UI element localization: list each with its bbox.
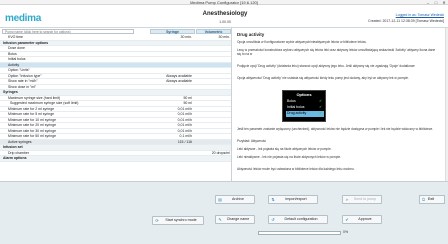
help-paragraph: Jeśli ten parametr zostanie wyłączony (u… <box>237 127 434 131</box>
page-title: Anesthesiology <box>202 11 248 17</box>
version-label: 1.00.00 <box>219 20 231 24</box>
column-header-syringe: Syringe <box>150 29 195 34</box>
option-label: Alarm options <box>3 156 27 160</box>
send-icon: ➤ <box>345 196 349 202</box>
options-screen-image: Options Bolus ✔ Initial bolus ✔ Drug activ… <box>282 90 326 122</box>
start-synchro-button[interactable]: ⟳ Start synchro mode <box>152 216 204 225</box>
help-paragraph: Przykład: Aktywność <box>237 139 267 143</box>
archive-icon: ▤ <box>218 196 222 202</box>
search-input[interactable] <box>2 29 134 34</box>
created-date: Created: 2017-12-11 12:38:39 [Tomasz Wed… <box>368 19 444 23</box>
column-header-volumetric: Volumetric <box>196 29 231 34</box>
reset-icon: ↺ <box>271 216 275 222</box>
options-screen-item: Initial bolus ✔ <box>287 105 322 109</box>
help-paragraph: Leki nieaktywne - lek nie pojawia się na… <box>237 155 341 159</box>
options-table: KVO time 30 min. 30 min. Infusion parameter… <box>0 35 231 162</box>
logo: medima <box>5 13 41 24</box>
options-screen-item: Bolus ✔ <box>287 99 322 103</box>
exit-button[interactable]: ⏻ Exit <box>419 195 445 204</box>
check-icon: ✔ <box>319 111 322 115</box>
progress-bar <box>258 231 341 235</box>
progress-label: 0% <box>343 230 349 234</box>
send-to-pump-button[interactable]: ➤ Send to pump <box>342 195 382 204</box>
help-heading: Drug activity <box>237 32 265 37</box>
edit-icon: ✎ <box>218 216 222 222</box>
help-paragraph: Leki aktywne - lek pojawia się na liście… <box>237 147 332 151</box>
options-panel: Syringe Volumetric KVO time30 min.30 min… <box>0 28 232 181</box>
archive-button[interactable]: ▤ Archive <box>215 195 255 204</box>
approve-button[interactable]: ✔ Approve <box>342 215 382 224</box>
import-export-button[interactable]: ⇅ Import/export <box>268 195 318 204</box>
user-link[interactable]: Logged in as: Tomasz Wedecki <box>396 13 444 17</box>
help-paragraph: Opcja umożliwia w Konfiguratorze wybór a… <box>237 40 367 44</box>
exit-icon: ⏻ <box>422 196 426 202</box>
import-export-icon: ⇅ <box>271 196 275 202</box>
footer-toolbar: ⟳ Start synchro mode ▤ Archive ⇅ Import/exp… <box>0 181 448 244</box>
app-header: medima Anesthesiology 1.00.00 Logged in … <box>0 5 448 28</box>
sync-icon: ⟳ <box>155 217 159 223</box>
change-name-button[interactable]: ✎ Change name <box>215 215 255 224</box>
options-screen-title: Options <box>296 92 312 97</box>
approve-icon: ✔ <box>345 216 349 222</box>
check-icon: ✔ <box>319 105 322 109</box>
options-screen-item: Drug activity ✔ <box>286 111 324 117</box>
help-paragraph: Lecę w przeszłości konstruktora wyboru a… <box>237 48 436 56</box>
help-paragraph: Podjęcie opcji 'Drug activity' (działani… <box>237 64 415 68</box>
check-icon: ✔ <box>319 99 322 103</box>
default-configuration-button[interactable]: ↺ Default configuration <box>268 215 328 224</box>
help-panel: Drug activity Opcja umożliwia w Konfigur… <box>233 28 448 181</box>
help-paragraph: Aktywność leków może być ustawiona w bib… <box>237 167 355 171</box>
section-header[interactable]: Alarm options <box>0 156 231 162</box>
help-paragraph: Opcja aktywności 'Drug activity' nie ust… <box>237 76 409 80</box>
